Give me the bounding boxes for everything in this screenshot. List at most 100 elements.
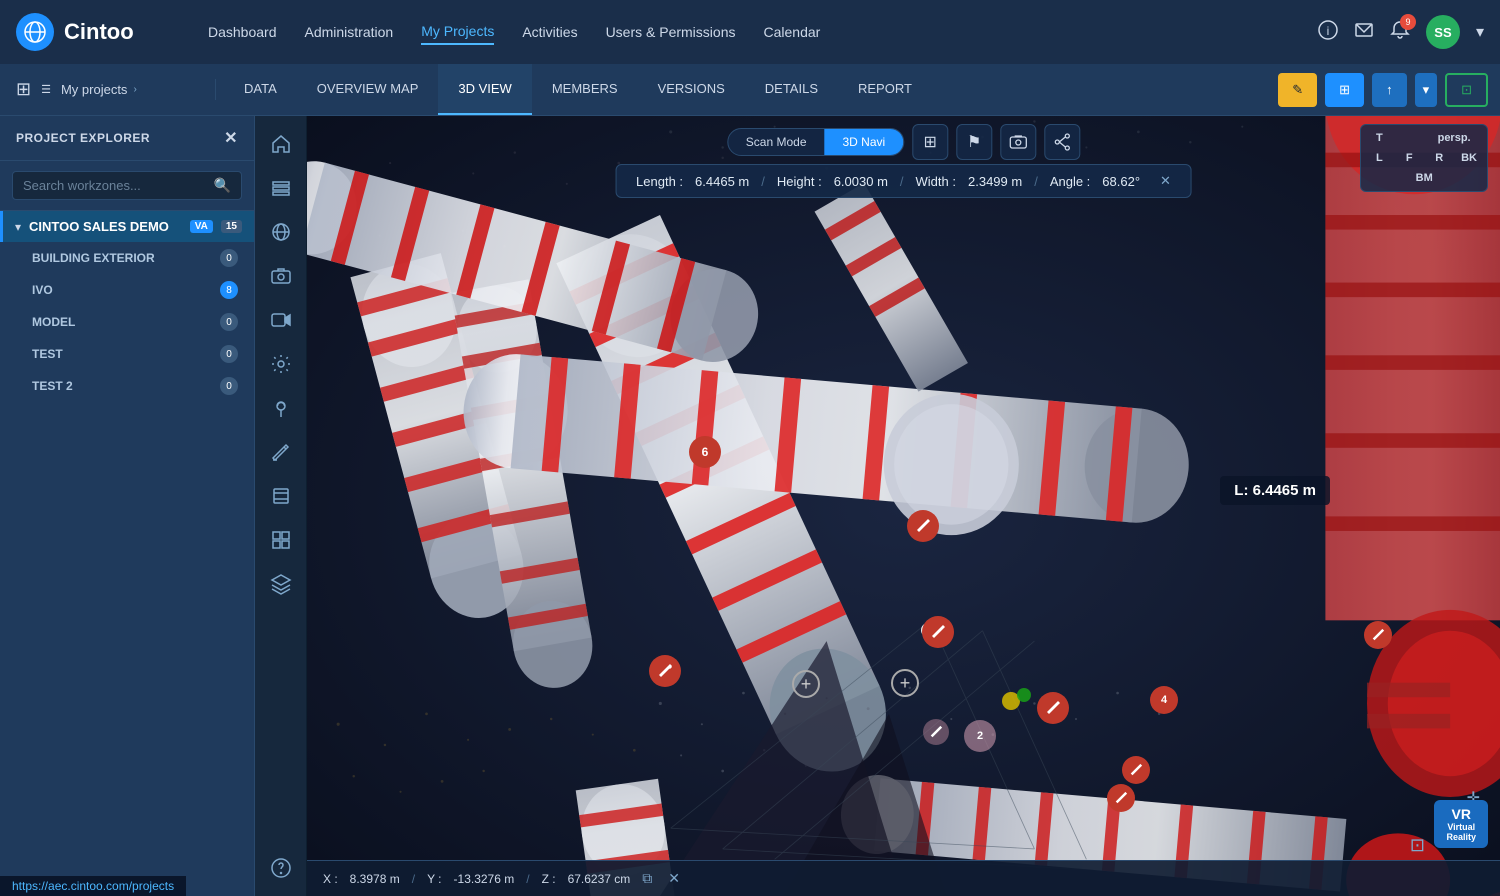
coord-copy-button[interactable]: ⧉ xyxy=(642,870,652,887)
toolbar-box[interactable] xyxy=(261,520,301,560)
toolbar-pin[interactable] xyxy=(261,388,301,428)
toolbar-help[interactable] xyxy=(261,848,301,888)
tab-data[interactable]: DATA xyxy=(224,64,297,115)
search-input[interactable] xyxy=(23,178,206,193)
length-label: Length : xyxy=(636,174,683,189)
tools-button[interactable]: ⊞ xyxy=(1325,73,1364,107)
dropdown-chevron-icon: ▾ xyxy=(1423,82,1430,98)
cam-back[interactable]: BK xyxy=(1455,149,1483,167)
mail-button[interactable] xyxy=(1354,20,1374,45)
coord-sep1: / xyxy=(412,872,415,886)
tab-report[interactable]: REPORT xyxy=(838,64,932,115)
export-button[interactable]: ⊡ xyxy=(1445,73,1488,107)
workzone-ivo[interactable]: IVO 8 xyxy=(0,274,254,306)
coord-y-label: Y : xyxy=(427,872,441,886)
tab-versions[interactable]: VERSIONS xyxy=(638,64,745,115)
annotate-button[interactable]: ✎ xyxy=(1278,73,1317,107)
marker-4[interactable]: 4 xyxy=(1150,686,1178,714)
upload-button[interactable]: ↑ xyxy=(1372,73,1407,107)
expand-icon[interactable]: ⊡ xyxy=(1410,835,1425,856)
toolbar-settings[interactable] xyxy=(261,344,301,384)
main-nav: Dashboard Administration My Projects Act… xyxy=(208,19,1286,45)
cam-right[interactable]: R xyxy=(1425,149,1453,167)
vr-badge[interactable]: VR Virtual Reality xyxy=(1434,800,1488,848)
toolbar-stack[interactable] xyxy=(261,564,301,604)
nav-my-projects[interactable]: My Projects xyxy=(421,19,494,45)
nav-right: i 9 SS ▾ xyxy=(1318,15,1484,49)
toolbar-pencil[interactable] xyxy=(261,432,301,472)
project-main-item[interactable]: ▾ CINTOO SALES DEMO VA 15 xyxy=(0,211,254,242)
3d-navi-button[interactable]: 3D Navi xyxy=(825,129,904,155)
nav-users-permissions[interactable]: Users & Permissions xyxy=(606,20,736,44)
toolbar-home[interactable] xyxy=(261,124,301,164)
camera-grid: T persp. L F R BK BM xyxy=(1360,124,1488,192)
cam-front[interactable]: F xyxy=(1395,149,1423,167)
grid-view-button[interactable]: ⊞ xyxy=(912,124,948,160)
logo-area: Cintoo xyxy=(16,13,176,51)
marker-tool2[interactable] xyxy=(907,510,939,542)
notifications-button[interactable]: 9 xyxy=(1390,20,1410,45)
sep1: / xyxy=(761,174,765,189)
tab-3d-view[interactable]: 3D VIEW xyxy=(438,64,531,115)
user-avatar[interactable]: SS xyxy=(1426,15,1460,49)
view-mode-controls: Scan Mode 3D Navi ⊞ ⚑ xyxy=(727,124,1080,160)
cam-top[interactable]: T xyxy=(1365,129,1393,147)
project-explorer-title: PROJECT EXPLORER xyxy=(16,131,150,145)
marker-tool4[interactable] xyxy=(1037,692,1069,724)
angle-value: 68.62° xyxy=(1102,174,1140,189)
tab-details[interactable]: DETAILS xyxy=(745,64,838,115)
toolbar-crop[interactable] xyxy=(261,476,301,516)
coord-sep2: / xyxy=(526,872,529,886)
cam-bottom[interactable]: BM xyxy=(1365,169,1483,187)
info-button[interactable]: i xyxy=(1318,20,1338,45)
share-button[interactable] xyxy=(1044,124,1080,160)
toolbar-video[interactable] xyxy=(261,300,301,340)
toolbar-layers[interactable] xyxy=(261,168,301,208)
upload-icon: ↑ xyxy=(1386,82,1393,97)
tab-members[interactable]: MEMBERS xyxy=(532,64,638,115)
workzone-count-3: 0 xyxy=(220,345,238,363)
main-content: PROJECT EXPLORER ✕ 🔍 ▾ CINTOO SALES DEMO… xyxy=(0,116,1500,896)
nav-dashboard[interactable]: Dashboard xyxy=(208,20,277,44)
marker-bottom-left2[interactable] xyxy=(1107,784,1135,812)
marker-bottom-left1[interactable] xyxy=(1122,756,1150,784)
coord-x-value: 8.3978 m xyxy=(350,872,400,886)
marker-bottom-right[interactable] xyxy=(1364,621,1392,649)
workzone-building-exterior[interactable]: BUILDING EXTERIOR 0 xyxy=(0,242,254,274)
workzone-model[interactable]: MODEL 0 xyxy=(0,306,254,338)
breadcrumb-label[interactable]: My projects xyxy=(61,82,127,97)
viewport-3d[interactable]: Scan Mode 3D Navi ⊞ ⚑ Length : 6.4465 m … xyxy=(307,116,1500,896)
avatar-chevron[interactable]: ▾ xyxy=(1476,22,1484,42)
coord-close-button[interactable]: ✕ xyxy=(668,870,680,887)
coord-x-label: X : xyxy=(323,872,338,886)
project-name: CINTOO SALES DEMO xyxy=(29,219,182,234)
toolbar-globe[interactable] xyxy=(261,212,301,252)
workzone-test[interactable]: TEST 0 xyxy=(0,338,254,370)
secondary-tabs: DATA OVERVIEW MAP 3D VIEW MEMBERS VERSIO… xyxy=(216,64,1278,115)
status-url: https://aec.cintoo.com/projects xyxy=(12,879,174,893)
notifications-badge: 9 xyxy=(1400,14,1416,30)
nav-activities[interactable]: Activities xyxy=(522,20,577,44)
toolbar-camera[interactable] xyxy=(261,256,301,296)
logo-icon xyxy=(16,13,54,51)
upload-dropdown-button[interactable]: ▾ xyxy=(1415,73,1438,107)
marker-tool1[interactable] xyxy=(649,655,681,687)
marker-tool5[interactable] xyxy=(923,719,949,745)
marker-6[interactable]: 6 xyxy=(689,436,721,468)
cam-left[interactable]: L xyxy=(1365,149,1393,167)
nav-administration[interactable]: Administration xyxy=(305,20,394,44)
camera-button[interactable] xyxy=(1000,124,1036,160)
flag-button[interactable]: ⚑ xyxy=(956,124,992,160)
tab-overview-map[interactable]: OVERVIEW MAP xyxy=(297,64,439,115)
width-value: 2.3499 m xyxy=(968,174,1022,189)
app-name: Cintoo xyxy=(64,19,134,45)
workzone-test2[interactable]: TEST 2 0 xyxy=(0,370,254,402)
close-explorer-button[interactable]: ✕ xyxy=(224,128,238,148)
marker-2[interactable]: 2 xyxy=(964,720,996,752)
camera-controls: T persp. L F R BK BM xyxy=(1360,124,1488,192)
scan-mode-button[interactable]: Scan Mode xyxy=(728,129,825,155)
nav-calendar[interactable]: Calendar xyxy=(763,20,820,44)
cam-persp[interactable]: persp. xyxy=(1425,129,1483,147)
measurement-close-button[interactable]: ✕ xyxy=(1160,173,1171,189)
marker-tool3[interactable] xyxy=(922,616,954,648)
